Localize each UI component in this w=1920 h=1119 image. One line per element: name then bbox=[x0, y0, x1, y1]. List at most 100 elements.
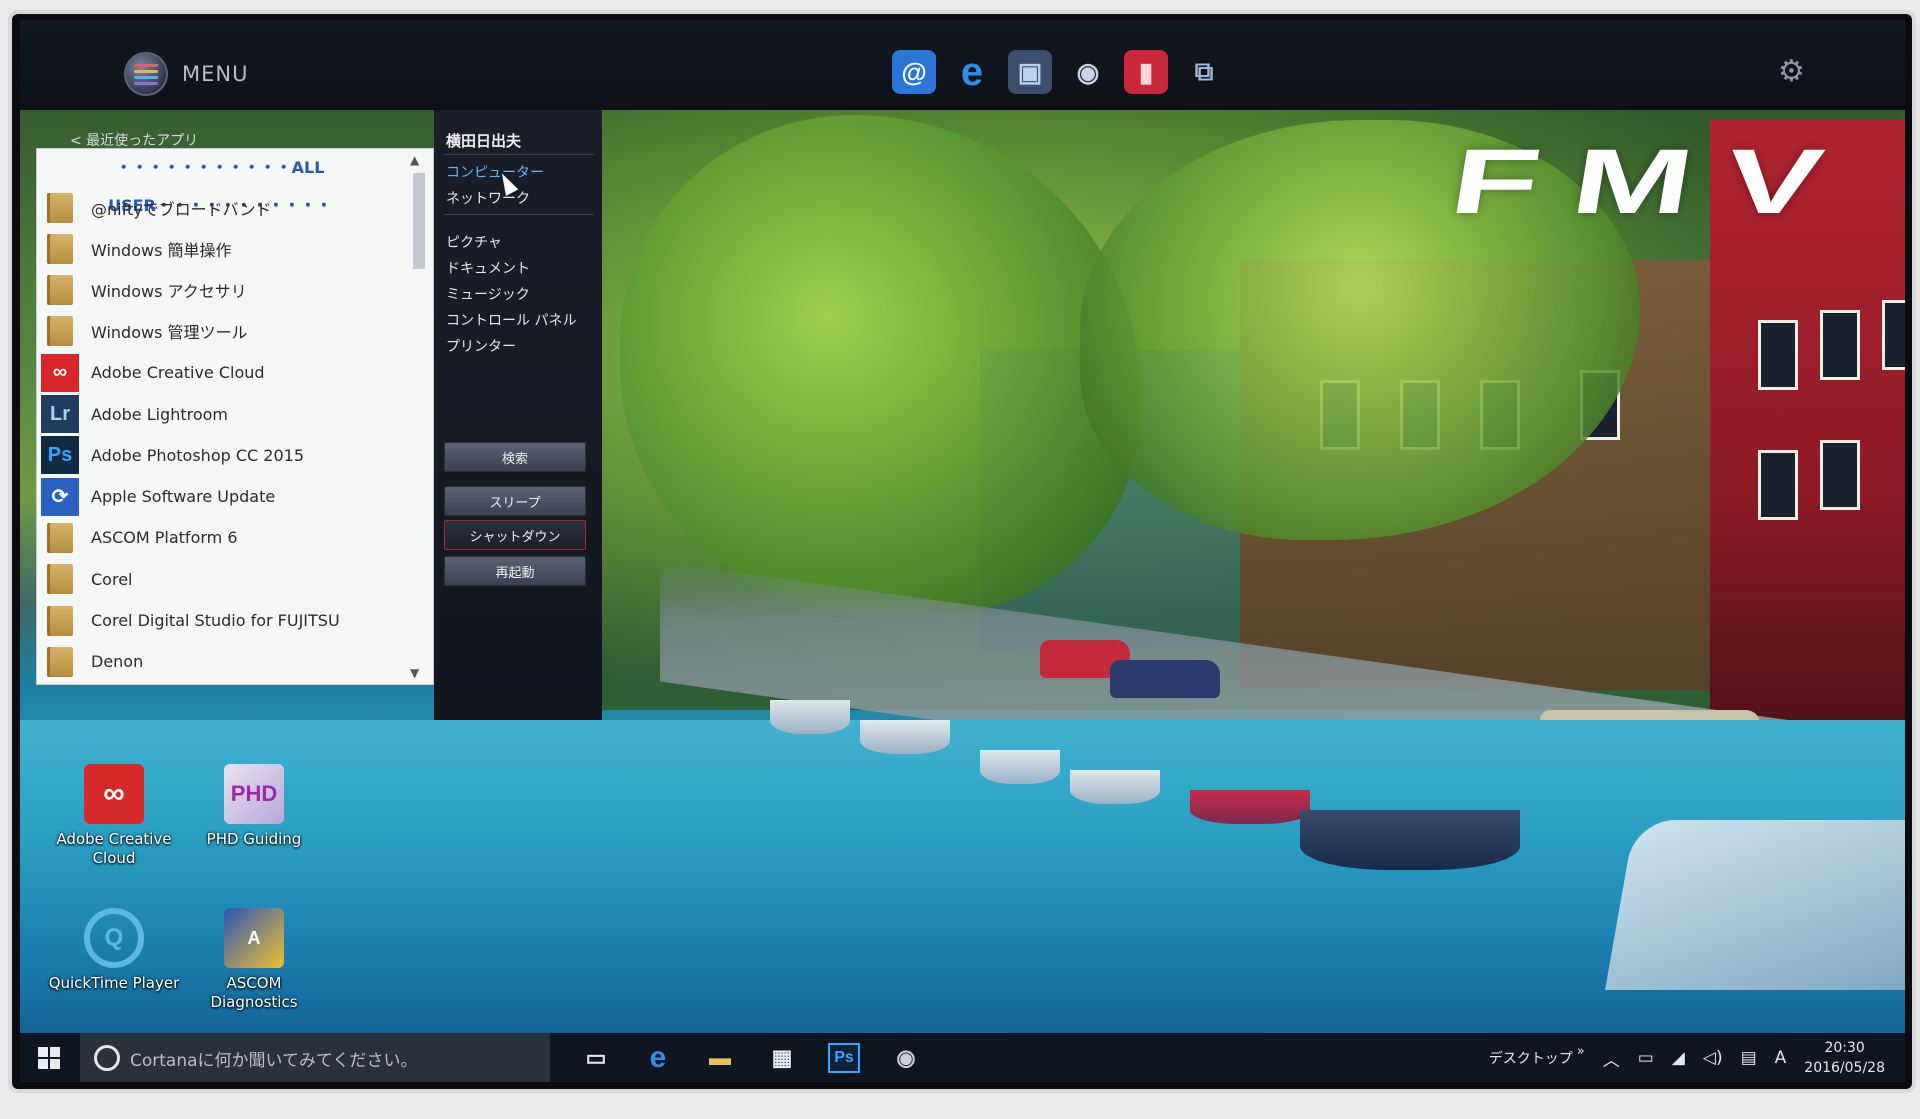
wallpaper-window bbox=[1820, 310, 1860, 380]
apple-software-update-icon: ⟳ bbox=[41, 477, 79, 516]
battery-icon[interactable]: ▭ bbox=[1638, 1048, 1654, 1068]
desktop-icon-ascom-diagnostics[interactable]: A ASCOM Diagnostics bbox=[184, 908, 324, 1012]
app-list-item[interactable]: Windows 管理ツール bbox=[37, 311, 403, 352]
scroll-up-icon[interactable]: ▲ bbox=[410, 153, 419, 167]
divider bbox=[444, 154, 594, 155]
place-item[interactable]: ドキュメント bbox=[446, 258, 530, 278]
app-list-item[interactable]: Corel bbox=[37, 559, 403, 600]
app-list-item[interactable]: ∞ Adobe Creative Cloud bbox=[37, 352, 403, 393]
wallpaper-window bbox=[1820, 440, 1860, 510]
desktop-icon-phd-guiding[interactable]: PHD PHD Guiding bbox=[184, 764, 324, 849]
scroll-thumb[interactable] bbox=[413, 173, 425, 269]
pinned-apps: ▭ e ▬ ▦ Ps ◉ bbox=[580, 1041, 922, 1074]
menu-top-bar: MENU @ e ▣ ◉ ▮ ⧉ ⚙ bbox=[20, 20, 1905, 110]
app-list-item-label: Adobe Lightroom bbox=[91, 404, 229, 424]
desktop-icon-label: QuickTime Player bbox=[48, 974, 180, 992]
place-item[interactable]: コントロール パネル bbox=[446, 310, 576, 330]
network-icon[interactable]: ⧉ bbox=[1182, 50, 1226, 94]
volume-icon[interactable]: ◁) bbox=[1703, 1048, 1723, 1068]
app-list-item[interactable]: Windows 簡単操作 bbox=[37, 228, 403, 269]
internet-explorer-icon[interactable]: e bbox=[950, 50, 994, 94]
app-list-item[interactable]: Ps Adobe Photoshop CC 2015 bbox=[37, 435, 403, 476]
windows-start-icon[interactable] bbox=[38, 1047, 60, 1069]
cortana-search-box[interactable]: Cortanaに何か聞いてみてください。 bbox=[80, 1033, 550, 1082]
user-name[interactable]: 横田日出夫 bbox=[446, 130, 521, 151]
chevron-up-icon[interactable]: ︿ bbox=[1603, 1046, 1620, 1071]
folder-icon bbox=[47, 316, 73, 347]
creative-cloud-icon: ∞ bbox=[41, 353, 79, 392]
menu-label[interactable]: MENU bbox=[182, 62, 248, 86]
place-item[interactable]: プリンター bbox=[446, 336, 516, 356]
shutdown-button[interactable]: シャットダウン bbox=[444, 520, 586, 550]
wallpaper-boat bbox=[1190, 790, 1310, 824]
desktop-icon-creative-cloud[interactable]: ∞ Adobe Creative Cloud bbox=[44, 764, 184, 868]
app-list-item[interactable]: Corel Digital Studio for FUJITSU bbox=[37, 600, 403, 641]
place-item[interactable]: ネットワーク bbox=[446, 188, 530, 208]
clock-date: 2016/05/28 bbox=[1804, 1060, 1885, 1076]
book-icon[interactable]: ▮ bbox=[1124, 50, 1168, 94]
search-button[interactable]: 検索 bbox=[444, 442, 586, 472]
app-list-item[interactable]: Denon bbox=[37, 641, 403, 682]
taskbar: Cortanaに何か聞いてみてください。 ▭ e ▬ ▦ Ps ◉ デスクトップ » ︿ … bbox=[20, 1033, 1905, 1082]
folder-icon bbox=[47, 646, 73, 677]
divider bbox=[444, 214, 594, 215]
computer-icon[interactable]: ▣ bbox=[1008, 50, 1052, 94]
places-panel: 横田日出夫 コンピューター ネットワーク ピクチャドキュメント ミュージックコントロー… bbox=[434, 110, 602, 720]
photoshop-icon[interactable]: Ps bbox=[828, 1043, 860, 1073]
folder-icon bbox=[47, 564, 73, 595]
app-list-item[interactable]: ASCOM Platform 6 bbox=[37, 517, 403, 558]
phd-guiding-icon: PHD bbox=[224, 764, 284, 824]
place-item[interactable]: ピクチャ bbox=[446, 232, 502, 252]
folder-icon bbox=[47, 275, 73, 306]
scroll-down-icon[interactable]: ▼ bbox=[410, 666, 419, 680]
clock[interactable]: 20:30 2016/05/28 bbox=[1804, 1038, 1885, 1078]
gear-icon[interactable]: ⚙ bbox=[1778, 54, 1805, 89]
cortana-icon bbox=[94, 1045, 120, 1071]
menu-logo-icon[interactable] bbox=[124, 52, 168, 96]
app-list-item-label: ASCOM Platform 6 bbox=[91, 528, 238, 548]
toolbar-overflow-icon[interactable]: » bbox=[1577, 1044, 1585, 1059]
scrollbar[interactable]: ▲ ▼ bbox=[405, 149, 433, 684]
lightroom-icon: Lr bbox=[41, 395, 79, 433]
folder-icon bbox=[47, 233, 73, 264]
place-item[interactable]: コンピューター bbox=[446, 162, 544, 182]
desktop-icon-label: PHD Guiding bbox=[206, 830, 302, 848]
app-list-item[interactable]: Windows アクセサリ bbox=[37, 270, 403, 311]
app-list-item-label: Adobe Photoshop CC 2015 bbox=[91, 445, 304, 465]
app-list-item-label: @niftyでブロードバンド bbox=[91, 199, 272, 219]
wallpaper-dock bbox=[1605, 820, 1905, 990]
search-disc-icon[interactable]: ◉ bbox=[1066, 50, 1110, 94]
notification-icon[interactable]: ▤ bbox=[1741, 1048, 1757, 1068]
folder-icon bbox=[47, 605, 73, 636]
recent-apps-link[interactable]: < 最近使ったアプリ bbox=[70, 130, 198, 150]
wallpaper-boat bbox=[770, 700, 850, 734]
screen: FMV MENU @ e ▣ ◉ ▮ ⧉ ⚙ < 最近使ったアプリ ・・・・・・・・・・・… bbox=[20, 20, 1905, 1082]
store-icon[interactable]: ▦ bbox=[766, 1043, 798, 1073]
file-explorer-icon[interactable]: ▬ bbox=[704, 1043, 736, 1073]
place-item[interactable]: ミュージック bbox=[446, 284, 530, 304]
app-list-item-label: Adobe Creative Cloud bbox=[91, 363, 265, 383]
wallpaper-car bbox=[1110, 660, 1220, 698]
app-list-item[interactable]: ⟳ Apple Software Update bbox=[37, 476, 403, 517]
desktop-toolbar-label[interactable]: デスクトップ bbox=[1489, 1048, 1573, 1068]
mail-icon[interactable]: @ bbox=[892, 50, 936, 94]
folder-icon bbox=[47, 522, 73, 553]
search-placeholder: Cortanaに何か聞いてみてください。 bbox=[130, 1050, 418, 1071]
desktop-icon-quicktime[interactable]: Q QuickTime Player bbox=[44, 908, 184, 993]
app-list-item[interactable]: Lr Adobe Lightroom bbox=[37, 394, 403, 435]
sleep-button[interactable]: スリープ bbox=[444, 486, 586, 516]
app-list-item[interactable]: @niftyでブロードバンド bbox=[37, 187, 403, 228]
menu-launcher-icon[interactable]: ◉ bbox=[890, 1043, 922, 1073]
folder-icon bbox=[47, 192, 73, 223]
quick-launch-bar: @ e ▣ ◉ ▮ ⧉ bbox=[892, 50, 1226, 94]
restart-button[interactable]: 再起動 bbox=[444, 556, 586, 586]
app-list-item-label: Windows 管理ツール bbox=[91, 323, 248, 343]
wifi-icon[interactable]: ◢ bbox=[1672, 1048, 1685, 1068]
quicktime-icon: Q bbox=[84, 908, 144, 968]
app-list-item-label: Denon bbox=[91, 652, 144, 672]
task-view-icon[interactable]: ▭ bbox=[580, 1043, 612, 1073]
app-list-item-label: Windows アクセサリ bbox=[91, 282, 247, 302]
ime-indicator[interactable]: A bbox=[1775, 1048, 1787, 1068]
edge-icon[interactable]: e bbox=[642, 1041, 674, 1074]
app-list-item-label: Corel Digital Studio for FUJITSU bbox=[91, 611, 340, 630]
